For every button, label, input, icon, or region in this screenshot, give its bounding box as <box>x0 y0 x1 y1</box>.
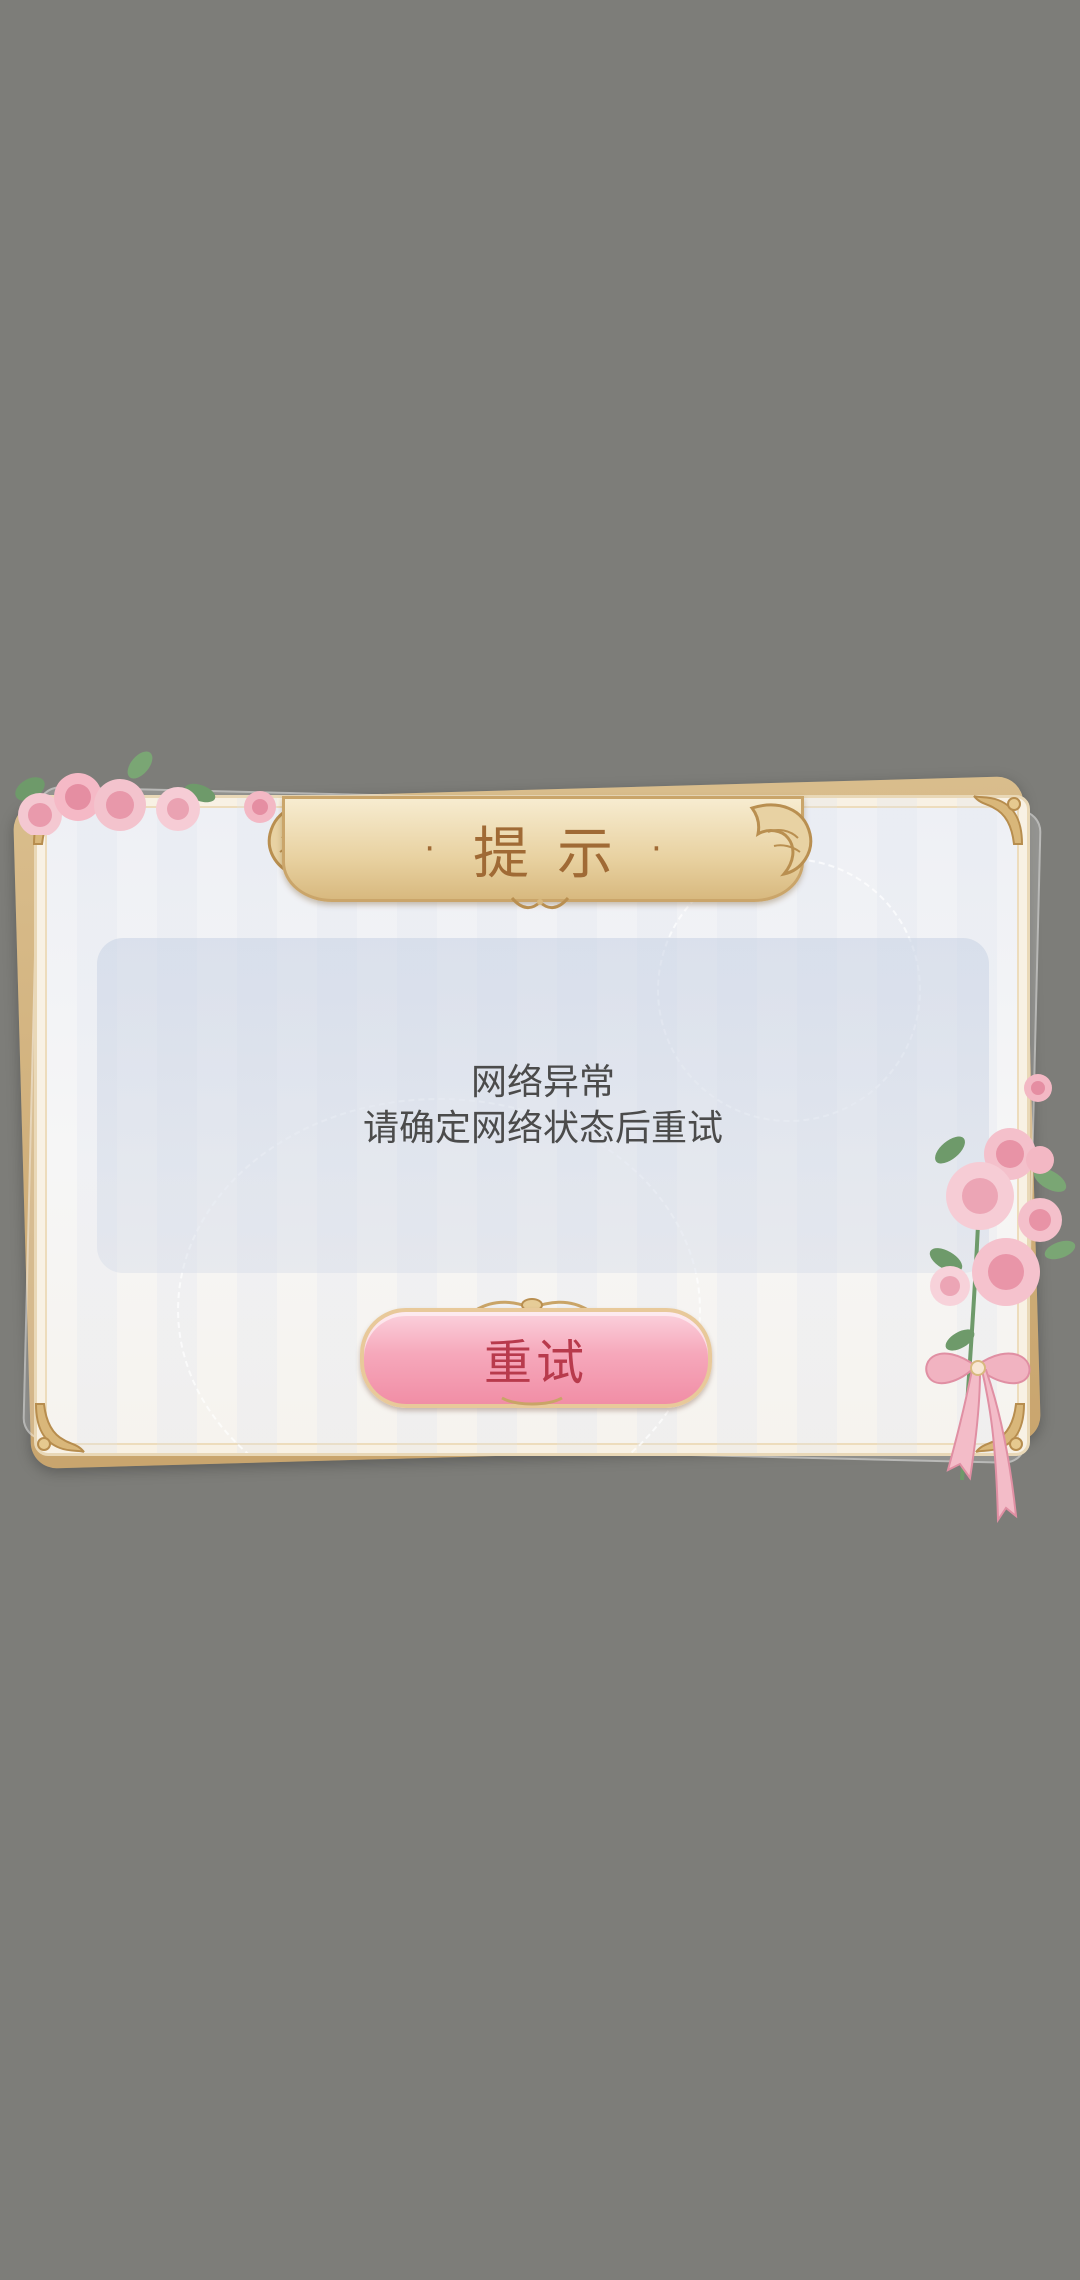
button-base-ornament-icon <box>501 1396 563 1406</box>
retry-button[interactable]: 重试 <box>360 1308 712 1408</box>
screen-overlay: 网络异常 请确定网络状态后重试 · 提示 · 重试 <box>0 0 1080 2280</box>
retry-button-label: 重试 <box>483 1335 588 1391</box>
title-plate: · 提示 · <box>282 796 804 902</box>
corner-ornament-icon <box>34 1403 85 1453</box>
rose-bouquet-icon <box>15 751 276 835</box>
title-dot-left: · <box>424 829 435 869</box>
message-panel: 网络异常 请确定网络状态后重试 <box>97 938 989 1273</box>
title-dot-right: · <box>651 829 662 869</box>
wing-ornament-icon <box>749 803 813 877</box>
title-scroll-ornament-icon <box>510 897 570 909</box>
error-detail-text: 请确定网络状态后重试 <box>362 1107 723 1149</box>
dialog-title-banner: · 提示 · <box>262 790 818 910</box>
dialog-title: 提示 <box>473 821 641 887</box>
corner-ornament-icon <box>973 795 1024 845</box>
rose-bouquet-icon <box>925 1074 1076 1524</box>
error-title-text: 网络异常 <box>470 1061 615 1103</box>
